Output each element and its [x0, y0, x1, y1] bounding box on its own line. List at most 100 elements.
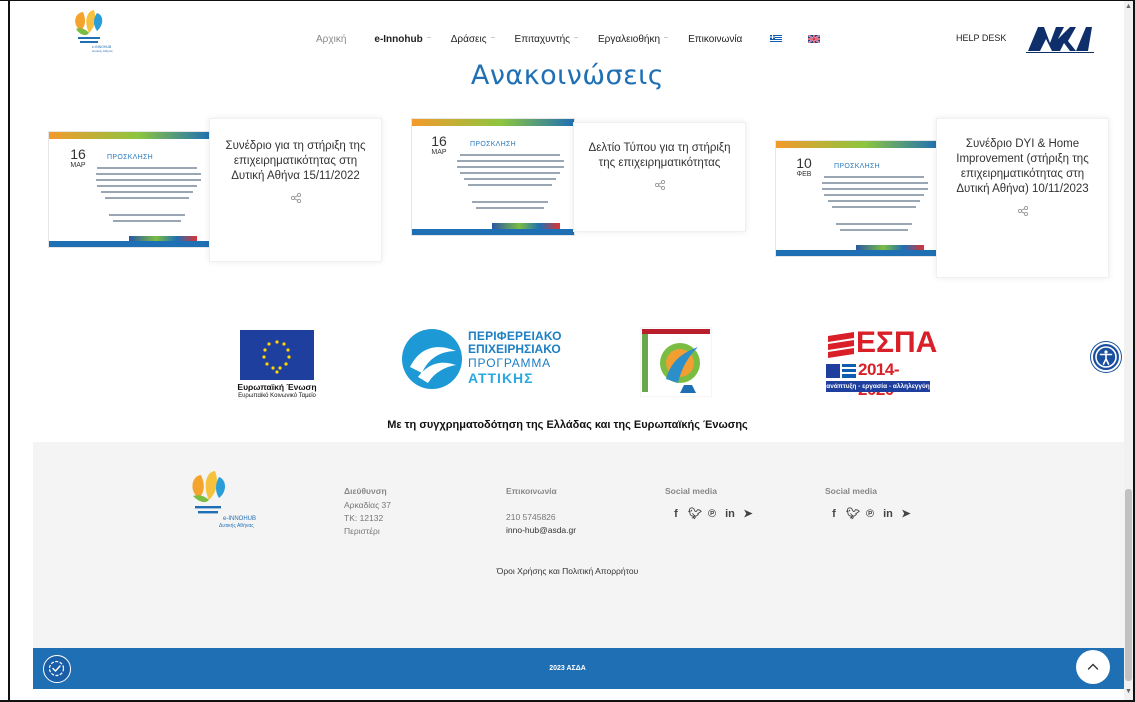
- funding-statement: Με τη συγχρηματοδότηση της Ελλάδας και τ…: [387, 419, 748, 431]
- email-link[interactable]: inno-hub@asda.gr: [506, 524, 576, 537]
- pep-emblem-icon: [402, 329, 462, 389]
- helpdesk-link[interactable]: HELP DESK: [956, 33, 1006, 43]
- innohub-logo[interactable]: e-INNOHUB Δυτικής Αθήνας: [64, 7, 114, 53]
- accessibility-button[interactable]: [1091, 342, 1121, 372]
- espa-slogan: ανάπτυξη - εργασία - αλληλεγγύη: [826, 381, 930, 392]
- poster-line: [476, 207, 544, 209]
- terms-link[interactable]: Όροι Χρήσης και Πολιτική Απορρήτου: [0, 566, 1135, 576]
- contact-heading: Επικοινωνία: [506, 486, 557, 496]
- pep-line-3: ΠΡΟΓΡΑΜΜΑ: [468, 356, 551, 370]
- date-day: 16: [431, 133, 447, 149]
- poster-line: [472, 201, 548, 203]
- poster-line: [105, 197, 189, 199]
- share-icon[interactable]: [290, 192, 302, 204]
- facebook-icon[interactable]: f: [828, 508, 840, 521]
- address-line: Αρκαδίας 37: [344, 500, 392, 510]
- page-title: Ανακοινώσεις: [470, 60, 665, 91]
- poster-line: [93, 173, 201, 175]
- address-line: Περιστέρι: [344, 526, 380, 536]
- poster-line: [456, 166, 564, 168]
- poster-stripe: [49, 132, 211, 139]
- poster-line: [97, 185, 197, 187]
- nav-item-contact[interactable]: Επικοινωνία: [688, 34, 742, 45]
- poster-stripe: [776, 250, 938, 256]
- pep-line-2: ΕΠΙΧΕΙΡΗΣΙΑΚΟ: [468, 342, 561, 356]
- card-title[interactable]: Δελτίο Τύπου για τη στήριξη της επιχειρη…: [574, 141, 745, 171]
- dropdown-caret-icon: [426, 36, 431, 38]
- poster-line: [828, 200, 920, 202]
- site-header: e-INNOHUB Δυτικής Αθήνας Αρχική e-Innohu…: [10, 1, 1124, 59]
- card-3-text[interactable]: Συνέδριο DYI & Home Improvement (στήριξη…: [936, 118, 1109, 278]
- footer-innohub-logo[interactable]: e-INNOHUB Δυτικής Αθήνας: [183, 468, 261, 530]
- linkedin-icon[interactable]: in: [882, 508, 894, 521]
- eu-mini-flag-icon: [826, 364, 856, 378]
- share-icon[interactable]: [1017, 205, 1029, 217]
- nav-label: Εργαλειοθήκη: [597, 33, 661, 45]
- card-title[interactable]: Συνέδριο για τη στήριξη της επιχειρηματι…: [210, 139, 381, 184]
- telegram-icon[interactable]: ➤: [742, 508, 754, 521]
- back-to-top-button[interactable]: [1076, 650, 1110, 684]
- scroll-up-arrow-icon[interactable]: ▲: [1125, 3, 1132, 11]
- card-3-date: 10 ΦΕΒ: [786, 152, 822, 190]
- social-heading: Social media: [825, 486, 877, 496]
- footer-logo-line-2: Δυτικής Αθήνας: [219, 522, 254, 529]
- facebook-icon[interactable]: f: [670, 508, 682, 521]
- poster-line: [456, 160, 564, 162]
- card-title[interactable]: Συνέδριο DYI & Home Improvement (στήριξη…: [937, 137, 1108, 197]
- poster-line: [820, 188, 928, 190]
- footer-social-2: Social media f 🐦︎ ℗ in ➤: [825, 485, 912, 521]
- poster-line: [464, 178, 556, 180]
- pep-line-1: ΠΕΡΙΦΕΡΕΙΑΚΟ: [468, 329, 562, 343]
- date-month: ΜΑΡ: [70, 162, 86, 169]
- eu-logo: Ευρωπαϊκή Ένωση Ευρωπαϊκό Κοινωνικό Ταμε…: [222, 330, 322, 402]
- date-month: ΜΑΡ: [431, 149, 447, 156]
- footer-social-1: Social media f 🐦︎ ℗ in ➤: [665, 485, 754, 521]
- card-2-text[interactable]: Δελτίο Τύπου για τη στήριξη της επιχειρη…: [573, 122, 746, 232]
- espa-logo: ΕΣΠΑ 2014-2020 ανάπτυξη - εργασία - αλλη…: [826, 326, 937, 399]
- nav-item-e-innohub[interactable]: e-Innohub: [374, 34, 431, 45]
- twitter-icon[interactable]: 🐦︎: [846, 508, 860, 521]
- footer-address: Διεύθυνση Αρκαδίας 37 ΤΚ: 12132 Περιστέρ…: [344, 485, 391, 538]
- chevron-up-icon: [1087, 663, 1099, 670]
- eu-name: Ευρωπαϊκή Ένωση: [237, 382, 317, 392]
- asda-logo[interactable]: [1024, 21, 1096, 55]
- cookie-settings-button[interactable]: [43, 655, 71, 683]
- pinterest-icon[interactable]: ℗: [864, 508, 876, 521]
- date-month: ΦΕΒ: [796, 171, 812, 178]
- greek-flag-icon[interactable]: [770, 35, 783, 43]
- linkedin-icon[interactable]: in: [724, 508, 736, 521]
- scroll-down-arrow-icon[interactable]: ▼: [1125, 688, 1132, 696]
- poster-line: [93, 179, 201, 181]
- development-emblem-icon: [639, 326, 713, 398]
- scrollbar-thumb[interactable]: [1125, 489, 1132, 681]
- date-day: 16: [70, 146, 86, 162]
- footer-contact: Επικοινωνία 210 5745826 inno-hub@asda.gr: [506, 485, 576, 537]
- espa-title: ΕΣΠΑ: [856, 326, 938, 359]
- uk-flag-icon[interactable]: [808, 35, 821, 43]
- western-athens-development-logo: [639, 326, 713, 398]
- poster-line: [824, 194, 924, 196]
- poster-line: [460, 154, 560, 156]
- card-1-text[interactable]: Συνέδριο για τη στήριξη της επιχειρηματι…: [209, 118, 382, 262]
- address-heading: Διεύθυνση: [344, 486, 387, 496]
- poster-line: [109, 214, 185, 216]
- share-icon[interactable]: [654, 179, 666, 191]
- cookie-check-icon: [48, 660, 65, 677]
- poster-line: [468, 184, 552, 186]
- nav-item-toolbox[interactable]: Εργαλειοθήκη: [597, 33, 669, 45]
- nav-label: Δράσεις: [450, 33, 487, 45]
- card-2-date: 16 ΜΑΡ: [421, 130, 457, 168]
- pinterest-icon[interactable]: ℗: [706, 508, 718, 521]
- nav-item-accelerator[interactable]: Επιταχυντής: [515, 34, 578, 45]
- date-day: 10: [796, 155, 812, 171]
- nav-item-home[interactable]: Αρχική: [316, 34, 346, 45]
- phone-number[interactable]: 210 5745826: [506, 511, 576, 524]
- card-1-date: 16 ΜΑΡ: [60, 143, 96, 181]
- dropdown-caret-icon: [664, 36, 669, 38]
- nav-item-actions[interactable]: Δράσεις: [450, 33, 495, 45]
- social-links: f 🐦︎ ℗ in ➤: [670, 508, 754, 521]
- twitter-icon[interactable]: 🐦︎: [688, 508, 702, 521]
- poster-line: [824, 176, 924, 178]
- telegram-icon[interactable]: ➤: [900, 508, 912, 521]
- eu-flag-icon: [240, 330, 314, 380]
